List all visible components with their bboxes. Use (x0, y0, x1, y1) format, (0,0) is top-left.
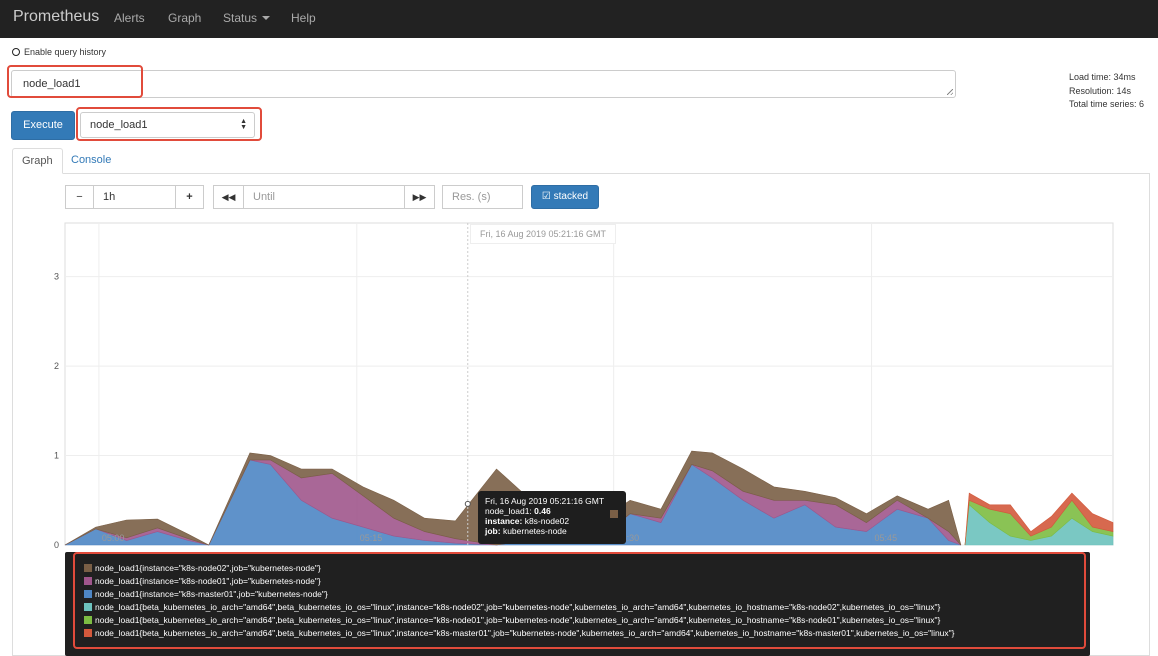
hover-time-label: Fri, 16 Aug 2019 05:21:16 GMT (470, 224, 616, 244)
tooltip-metric: node_load1: 0.46 (485, 506, 619, 516)
y-tick-label: 0 (54, 540, 59, 550)
tooltip-job-value: kubernetes-node (502, 526, 567, 536)
resolution: Resolution: 14s (1069, 85, 1132, 96)
tooltip-instance-key: instance: (485, 516, 523, 526)
until-input[interactable]: Until (243, 185, 405, 209)
load-time: Load time: 34ms (1069, 72, 1136, 82)
y-tick-label: 2 (54, 361, 59, 371)
x-tick-label: 05:45 (875, 533, 898, 543)
tab-console[interactable]: Console (62, 148, 120, 174)
highlight-box-expression (7, 65, 143, 98)
total-time-series: Total time series: 6 (1069, 99, 1145, 109)
tooltip-color-swatch (610, 510, 618, 518)
x-tick-label: 05:00 (102, 533, 125, 543)
highlight-box-select (76, 107, 262, 141)
query-history-toggle[interactable]: Enable query history (12, 47, 106, 57)
tab-graph[interactable]: Graph (12, 148, 63, 174)
x-tick-label: 05:15 (360, 533, 383, 543)
tooltip-time: Fri, 16 Aug 2019 05:21:16 GMT (485, 496, 605, 506)
y-tick-label: 3 (54, 272, 59, 282)
resolution-input[interactable]: Res. (s) (442, 185, 523, 209)
rewind-button[interactable]: ◀◀ (213, 185, 244, 209)
range-decrease-button[interactable]: − (65, 185, 94, 209)
query-stats: Load time: 34ms Resolution: 14s Total ti… (1069, 71, 1144, 112)
fast-forward-button[interactable]: ▶▶ (404, 185, 435, 209)
stacked-label: stacked (553, 191, 589, 202)
stacked-toggle-button[interactable]: ☑ stacked (531, 185, 599, 209)
chevron-down-icon (262, 16, 271, 20)
top-navbar: Prometheus Alerts Graph Status Help (0, 0, 1158, 38)
tooltip-job-key: job: (485, 526, 501, 536)
tooltip-job: job: kubernetes-node (485, 526, 619, 536)
brand-link[interactable]: Prometheus (13, 8, 99, 26)
tab-bar: Graph Console (12, 148, 1150, 174)
tooltip-metric-key: node_load1: (485, 506, 532, 516)
nav-help[interactable]: Help (291, 11, 316, 25)
highlight-box-legend (73, 552, 1086, 649)
y-tick-label: 1 (54, 451, 59, 461)
execute-button[interactable]: Execute (11, 111, 75, 140)
nav-status[interactable]: Status (223, 11, 271, 25)
nav-alerts[interactable]: Alerts (114, 11, 145, 25)
checkbox-icon[interactable] (12, 48, 20, 56)
nav-status-label: Status (223, 11, 258, 25)
nav-graph[interactable]: Graph (168, 11, 201, 25)
tooltip-instance: instance: k8s-node02 (485, 516, 619, 526)
hover-point (464, 500, 471, 507)
tooltip-metric-value: 0.46 (534, 506, 551, 516)
range-increase-button[interactable]: + (175, 185, 204, 209)
tooltip-instance-value: k8s-node02 (524, 516, 570, 526)
query-history-label: Enable query history (24, 47, 107, 57)
data-tooltip: Fri, 16 Aug 2019 05:21:16 GMT node_load1… (478, 491, 626, 544)
range-input[interactable]: 1h (93, 185, 176, 209)
resize-handle-icon[interactable] (947, 89, 953, 95)
expression-input[interactable]: node_load1 (11, 70, 956, 98)
check-icon: ☑ (541, 191, 551, 202)
